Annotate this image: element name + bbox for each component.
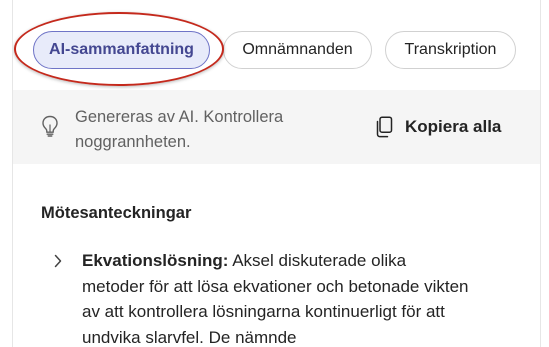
lightbulb-icon: [42, 115, 58, 137]
summary-content: Mötesanteckningar Ekvationslösning: Akse…: [13, 164, 540, 347]
tab-mentions[interactable]: Omnämnanden: [223, 31, 372, 69]
list-item: Ekvationslösning: Aksel diskuterade olik…: [82, 248, 472, 347]
tab-ai-summary[interactable]: AI-sammanfattning: [33, 31, 210, 69]
copy-icon: [376, 116, 393, 138]
ai-summary-panel: AI-sammanfattning Omnämnanden Transkript…: [12, 0, 541, 347]
ai-disclaimer-bar: Genereras av AI. Kontrollera noggrannhet…: [13, 90, 540, 164]
section-title: Mötesanteckningar: [41, 204, 192, 222]
tab-bar: AI-sammanfattning Omnämnanden Transkript…: [13, 0, 540, 90]
copy-all-button[interactable]: Kopiera alla: [375, 114, 501, 140]
list-item-title: Ekvationslösning:: [82, 251, 229, 270]
tab-transcription[interactable]: Transkription: [385, 31, 516, 69]
chevron-right-icon[interactable]: [53, 254, 63, 268]
ai-disclaimer-text: Genereras av AI. Kontrollera noggrannhet…: [75, 108, 284, 151]
copy-all-label: Kopiera alla: [405, 117, 502, 136]
